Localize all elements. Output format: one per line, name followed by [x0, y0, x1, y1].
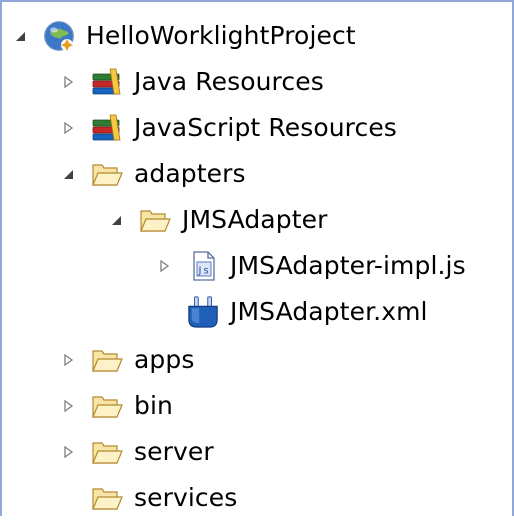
expanded-twisty-icon[interactable] — [56, 162, 80, 186]
collapsed-twisty-icon[interactable] — [56, 394, 80, 418]
folder-icon — [90, 343, 124, 377]
worklight-project-icon — [42, 19, 76, 53]
tree-item-jms-adapter[interactable]: JMSAdapter — [104, 198, 327, 242]
no-twisty — [56, 486, 80, 510]
library-icon — [90, 111, 124, 145]
expanded-twisty-icon[interactable] — [104, 208, 128, 232]
folder-icon — [90, 157, 124, 191]
tree-item-label: services — [134, 483, 238, 512]
js-file-icon: J s — [186, 249, 220, 283]
folder-icon — [90, 389, 124, 423]
adapter-xml-icon — [186, 295, 220, 329]
tree-item-services[interactable]: services — [56, 476, 237, 520]
collapsed-twisty-icon[interactable] — [56, 440, 80, 464]
tree-item-adapters[interactable]: adapters — [56, 152, 246, 196]
expanded-twisty-icon[interactable] — [8, 24, 32, 48]
svg-text:J: J — [198, 266, 202, 277]
no-twisty — [152, 300, 176, 324]
tree-item-java-resources[interactable]: Java Resources — [56, 60, 324, 104]
folder-icon — [90, 435, 124, 469]
tree-item-apps[interactable]: apps — [56, 338, 194, 382]
tree-item-jms-adapter-xml[interactable]: JMSAdapter.xml — [152, 290, 428, 334]
tree-item-label: apps — [134, 345, 195, 374]
tree-item-label: bin — [134, 391, 173, 420]
tree-item-server[interactable]: server — [56, 430, 214, 474]
tree-item-hello-worklight-project[interactable]: HelloWorklightProject — [8, 14, 356, 58]
collapsed-twisty-icon[interactable] — [56, 116, 80, 140]
tree-item-javascript-resources[interactable]: JavaScript Resources — [56, 106, 397, 150]
folder-icon — [138, 203, 172, 237]
tree-item-label: adapters — [134, 159, 246, 188]
tree-item-label: JMSAdapter.xml — [230, 297, 428, 326]
svg-text:s: s — [204, 266, 209, 277]
library-icon — [90, 65, 124, 99]
tree-item-label: HelloWorklightProject — [86, 21, 356, 50]
folder-icon — [90, 481, 124, 515]
tree-item-label: JMSAdapter-impl.js — [230, 251, 466, 280]
tree-item-label: JMSAdapter — [182, 205, 328, 234]
tree-item-label: server — [134, 437, 214, 466]
collapsed-twisty-icon[interactable] — [152, 254, 176, 278]
collapsed-twisty-icon[interactable] — [56, 348, 80, 372]
collapsed-twisty-icon[interactable] — [56, 70, 80, 94]
tree-item-label: Java Resources — [134, 67, 324, 96]
tree-item-bin[interactable]: bin — [56, 384, 173, 428]
tree-item-jms-adapter-impl-js[interactable]: J s JMSAdapter-impl.js — [152, 244, 466, 288]
tree-item-label: JavaScript Resources — [134, 113, 397, 142]
